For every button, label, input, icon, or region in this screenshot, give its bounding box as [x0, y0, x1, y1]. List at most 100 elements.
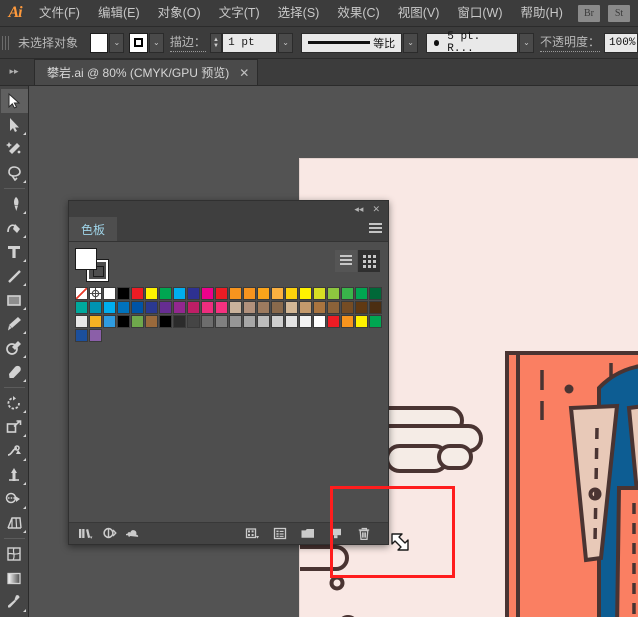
- menu-effect[interactable]: 效果(C): [328, 0, 388, 27]
- swatch-color[interactable]: [201, 301, 214, 314]
- swatch-color[interactable]: [201, 287, 214, 300]
- swatch-color[interactable]: [89, 329, 102, 342]
- menu-object[interactable]: 对象(O): [149, 0, 210, 27]
- tool-free-transform[interactable]: [1, 463, 28, 487]
- swatch-color[interactable]: [159, 301, 172, 314]
- tool-type[interactable]: [1, 240, 28, 264]
- swatch-color[interactable]: [173, 287, 186, 300]
- stroke-color-swatch[interactable]: [129, 32, 148, 53]
- swatch-color[interactable]: [215, 315, 228, 328]
- swatch-grid[interactable]: [75, 287, 383, 343]
- swatch-color[interactable]: [243, 315, 256, 328]
- swatches-panel[interactable]: ◂◂ ✕ 色板: [68, 200, 389, 545]
- swatch-color[interactable]: [229, 301, 242, 314]
- swatch-color[interactable]: [355, 287, 368, 300]
- menu-window[interactable]: 窗口(W): [448, 0, 511, 27]
- swatch-color[interactable]: [257, 315, 270, 328]
- swatch-color[interactable]: [215, 287, 228, 300]
- swatch-color[interactable]: [75, 329, 88, 342]
- stock-button[interactable]: St: [608, 4, 630, 22]
- fill-indicator[interactable]: [75, 248, 97, 270]
- panel-expand-icon[interactable]: ▸▸: [0, 58, 28, 85]
- swatch-color[interactable]: [355, 301, 368, 314]
- close-icon[interactable]: ✕: [372, 204, 380, 215]
- swatch-color[interactable]: [145, 287, 158, 300]
- show-swatch-kinds-button[interactable]: [242, 525, 262, 543]
- tab-swatches[interactable]: 色板: [69, 217, 118, 241]
- swatch-color[interactable]: [117, 287, 130, 300]
- swatch-color[interactable]: [327, 315, 340, 328]
- add-to-library-button[interactable]: [123, 525, 143, 543]
- swatch-color[interactable]: [131, 301, 144, 314]
- swatch-color[interactable]: [131, 315, 144, 328]
- swatch-color[interactable]: [75, 315, 88, 328]
- new-color-group-button[interactable]: [298, 525, 318, 543]
- tool-eraser[interactable]: [1, 360, 28, 384]
- opacity-input[interactable]: 100%: [604, 32, 638, 53]
- swatch-color[interactable]: [89, 301, 102, 314]
- swatch-color[interactable]: [117, 301, 130, 314]
- tool-pen[interactable]: [1, 192, 28, 216]
- swatch-color[interactable]: [103, 287, 116, 300]
- tool-direct-selection[interactable]: [1, 113, 28, 137]
- menu-edit[interactable]: 编辑(E): [89, 0, 149, 27]
- panel-menu-icon[interactable]: [362, 217, 388, 241]
- swatch-none[interactable]: [75, 287, 88, 300]
- swatch-color[interactable]: [187, 315, 200, 328]
- swatch-color[interactable]: [271, 315, 284, 328]
- brush-definition-select[interactable]: 5 pt. R...: [425, 31, 518, 55]
- close-icon[interactable]: ✕: [239, 66, 249, 80]
- control-bar-grip[interactable]: [1, 30, 10, 55]
- tool-shaper[interactable]: [1, 336, 28, 360]
- swatch-color[interactable]: [313, 301, 326, 314]
- swatch-color[interactable]: [341, 301, 354, 314]
- tool-selection[interactable]: [0, 89, 28, 113]
- tool-mesh[interactable]: [1, 542, 28, 566]
- swatch-color[interactable]: [117, 315, 130, 328]
- swatch-libraries-menu-button[interactable]: [75, 525, 95, 543]
- color-group-button[interactable]: [99, 525, 119, 543]
- swatch-color[interactable]: [313, 287, 326, 300]
- swatch-color[interactable]: [341, 287, 354, 300]
- tool-paintbrush[interactable]: [1, 312, 28, 336]
- stroke-color-dropdown-icon[interactable]: ⌄: [148, 32, 164, 53]
- swatch-registration[interactable]: [89, 287, 102, 300]
- tool-curvature[interactable]: [1, 216, 28, 240]
- swatch-color[interactable]: [229, 287, 242, 300]
- swatch-color[interactable]: [271, 287, 284, 300]
- swatch-color[interactable]: [187, 301, 200, 314]
- tool-shape-builder[interactable]: [1, 487, 28, 511]
- swatch-options-button[interactable]: [270, 525, 290, 543]
- swatch-color[interactable]: [201, 315, 214, 328]
- swatch-color[interactable]: [89, 315, 102, 328]
- swatch-color[interactable]: [215, 301, 228, 314]
- document-tab[interactable]: 攀岩.ai @ 80% (CMYK/GPU 预览) ✕: [34, 59, 259, 85]
- swatch-color[interactable]: [229, 315, 242, 328]
- tool-line-segment[interactable]: [1, 264, 28, 288]
- tool-rotate[interactable]: [1, 391, 28, 415]
- fill-color-dropdown-icon[interactable]: ⌄: [109, 32, 125, 53]
- tool-gradient[interactable]: [1, 566, 28, 590]
- menu-type[interactable]: 文字(T): [210, 0, 269, 27]
- swatch-color[interactable]: [243, 301, 256, 314]
- panel-title-bar[interactable]: ◂◂ ✕: [69, 201, 388, 217]
- swatch-color[interactable]: [355, 315, 368, 328]
- delete-swatch-button[interactable]: [354, 525, 374, 543]
- brush-dropdown-icon[interactable]: ⌄: [518, 32, 535, 53]
- collapse-icon[interactable]: ◂◂: [354, 204, 363, 215]
- swatch-color[interactable]: [131, 287, 144, 300]
- swatch-color[interactable]: [173, 315, 186, 328]
- stroke-weight-input[interactable]: 1 pt: [222, 32, 278, 53]
- tool-perspective-grid[interactable]: [1, 511, 28, 535]
- swatch-color[interactable]: [327, 287, 340, 300]
- menu-file[interactable]: 文件(F): [30, 0, 89, 27]
- swatch-color[interactable]: [145, 301, 158, 314]
- swatch-color[interactable]: [103, 301, 116, 314]
- swatch-color[interactable]: [313, 315, 326, 328]
- grid-view-button[interactable]: [358, 250, 380, 272]
- swatch-color[interactable]: [285, 315, 298, 328]
- swatch-color[interactable]: [271, 301, 284, 314]
- tool-eyedropper[interactable]: [1, 590, 28, 614]
- swatch-color[interactable]: [75, 301, 88, 314]
- swatch-color[interactable]: [369, 301, 382, 314]
